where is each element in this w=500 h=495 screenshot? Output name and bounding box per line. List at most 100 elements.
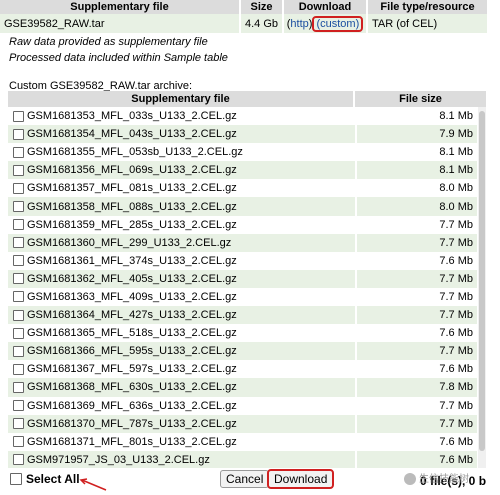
column-separator bbox=[355, 179, 357, 198]
red-arrow-annotation bbox=[79, 478, 107, 491]
file-row[interactable]: GSM1681362_MFL_405s_U133_2.CEL.gz 7.7 Mb bbox=[8, 269, 477, 288]
file-checkbox[interactable] bbox=[13, 128, 24, 140]
file-size: 7.8 Mb bbox=[439, 381, 473, 394]
col-header-size: Size bbox=[240, 0, 284, 14]
file-list-panel[interactable]: Supplementary file File size GSM1681353_… bbox=[8, 91, 486, 468]
file-size: 7.7 Mb bbox=[439, 236, 473, 249]
file-row[interactable]: GSM1681353_MFL_033s_U133_2.CEL.gz 8.1 Mb bbox=[8, 107, 477, 126]
file-checkbox[interactable] bbox=[13, 400, 24, 412]
file-row[interactable]: GSM1681367_MFL_597s_U133_2.CEL.gz 7.6 Mb bbox=[8, 360, 477, 379]
column-separator bbox=[355, 414, 357, 433]
http-link[interactable]: http bbox=[290, 18, 308, 30]
file-checkbox[interactable] bbox=[13, 201, 24, 213]
file-checkbox[interactable] bbox=[13, 454, 24, 466]
select-all-checkbox[interactable] bbox=[10, 473, 22, 485]
file-size: 8.0 Mb bbox=[439, 182, 473, 195]
file-row[interactable]: GSM1681363_MFL_409s_U133_2.CEL.gz 7.7 Mb bbox=[8, 287, 477, 307]
file-checkbox[interactable] bbox=[13, 327, 24, 339]
file-checkbox[interactable] bbox=[13, 273, 24, 285]
file-row[interactable]: GSM1681368_MFL_630s_U133_2.CEL.gz 7.8 Mb bbox=[8, 378, 477, 397]
file-size: 7.7 Mb bbox=[439, 417, 473, 430]
supplementary-file-table: Supplementary file Size Download File ty… bbox=[0, 0, 489, 33]
file-size: 7.6 Mb bbox=[439, 453, 473, 466]
file-row[interactable]: GSM1681358_MFL_088s_U133_2.CEL.gz 8.0 Mb bbox=[8, 197, 477, 216]
file-size: 8.1 Mb bbox=[439, 110, 473, 123]
file-checkbox[interactable] bbox=[13, 309, 24, 321]
file-row[interactable]: GSM1681355_MFL_053sb_U133_2.CEL.gz 8.1 Mb bbox=[8, 143, 477, 162]
file-size: 8.1 Mb bbox=[439, 146, 473, 159]
file-size: 7.6 Mb bbox=[439, 254, 473, 267]
file-size: 7.7 Mb bbox=[439, 272, 473, 285]
file-list-col-size: File size bbox=[355, 91, 486, 107]
column-separator bbox=[355, 432, 357, 451]
select-all-control[interactable]: Select All bbox=[10, 472, 80, 486]
file-checkbox[interactable] bbox=[13, 436, 24, 448]
file-row[interactable]: GSM1681366_MFL_595s_U133_2.CEL.gz 7.7 Mb bbox=[8, 342, 477, 361]
file-checkbox[interactable] bbox=[13, 381, 24, 393]
scrollbar-thumb[interactable] bbox=[479, 111, 485, 451]
file-row[interactable]: GSM1681356_MFL_069s_U133_2.CEL.gz 8.1 Mb bbox=[8, 161, 477, 180]
col-header-download: Download bbox=[283, 0, 368, 14]
custom-link[interactable]: (custom) bbox=[312, 15, 364, 32]
raw-tar-file-type: TAR (of CEL) bbox=[367, 14, 489, 33]
select-all-label: Select All bbox=[26, 472, 80, 486]
file-list-scrollbar[interactable] bbox=[478, 107, 486, 468]
column-separator bbox=[355, 306, 357, 325]
file-checkbox[interactable] bbox=[13, 164, 24, 176]
file-size: 7.6 Mb bbox=[439, 435, 473, 448]
file-checkbox[interactable] bbox=[13, 110, 24, 122]
column-separator bbox=[355, 269, 357, 288]
file-row[interactable]: GSM1681364_MFL_427s_U133_2.CEL.gz 7.7 Mb bbox=[8, 306, 477, 325]
file-size: 7.6 Mb bbox=[439, 327, 473, 340]
file-checkbox[interactable] bbox=[13, 219, 24, 231]
raw-tar-size: 4.4 Gb bbox=[240, 14, 284, 33]
file-size: 7.9 Mb bbox=[439, 128, 473, 141]
file-checkbox[interactable] bbox=[13, 363, 24, 375]
column-separator bbox=[355, 143, 357, 162]
file-size: 7.7 Mb bbox=[439, 290, 473, 303]
file-size: 7.7 Mb bbox=[439, 345, 473, 358]
file-size: 8.1 Mb bbox=[439, 164, 473, 177]
file-size: 7.7 Mb bbox=[439, 399, 473, 412]
file-row[interactable]: GSM1681359_MFL_285s_U133_2.CEL.gz 7.7 Mb bbox=[8, 215, 477, 234]
column-separator bbox=[355, 197, 357, 216]
column-separator bbox=[355, 233, 357, 252]
file-size: 8.0 Mb bbox=[439, 200, 473, 213]
file-row[interactable]: GSM1681360_MFL_299_U133_2.CEL.gz 7.7 Mb bbox=[8, 233, 477, 252]
col-header-supplementary-file: Supplementary file bbox=[0, 0, 241, 14]
file-row[interactable]: GSM1681370_MFL_787s_U133_2.CEL.gz 7.7 Mb bbox=[8, 414, 477, 433]
file-checkbox[interactable] bbox=[13, 291, 24, 303]
column-separator bbox=[355, 251, 357, 270]
file-checkbox[interactable] bbox=[13, 146, 24, 158]
file-size: 7.7 Mb bbox=[439, 218, 473, 231]
download-button[interactable]: Download bbox=[267, 469, 335, 489]
file-row[interactable]: GSM1681354_MFL_043s_U133_2.CEL.gz 7.9 Mb bbox=[8, 125, 477, 144]
file-size: 7.6 Mb bbox=[439, 363, 473, 376]
column-separator bbox=[355, 161, 357, 180]
file-list-rows: GSM1681353_MFL_033s_U133_2.CEL.gz 8.1 Mb G… bbox=[8, 107, 477, 468]
column-separator bbox=[355, 360, 357, 379]
file-checkbox[interactable] bbox=[13, 237, 24, 249]
processed-data-note: Processed data included within Sample ta… bbox=[9, 52, 228, 64]
file-checkbox[interactable] bbox=[13, 182, 24, 194]
download-links: (http) (custom) bbox=[283, 14, 368, 33]
file-row[interactable]: GSM1681357_MFL_081s_U133_2.CEL.gz 8.0 Mb bbox=[8, 179, 477, 198]
raw-data-note: Raw data provided as supplementary file bbox=[9, 36, 208, 48]
file-row[interactable]: GSM1681365_MFL_518s_U133_2.CEL.gz 7.6 Mb bbox=[8, 324, 477, 343]
watermark-logo-icon bbox=[404, 473, 416, 486]
column-separator bbox=[355, 125, 357, 144]
file-checkbox[interactable] bbox=[13, 418, 24, 430]
column-separator bbox=[355, 324, 357, 343]
column-separator bbox=[355, 215, 357, 234]
cancel-button[interactable]: Cancel bbox=[220, 470, 270, 488]
column-separator bbox=[355, 450, 357, 468]
file-list-header: Supplementary file File size bbox=[8, 91, 486, 107]
file-row[interactable]: GSM1681371_MFL_801s_U133_2.CEL.gz 7.6 Mb bbox=[8, 432, 477, 451]
file-row[interactable]: GSM1681369_MFL_636s_U133_2.CEL.gz 7.7 Mb bbox=[8, 396, 477, 415]
raw-tar-filename: GSE39582_RAW.tar bbox=[0, 14, 241, 33]
file-size: 7.7 Mb bbox=[439, 309, 473, 322]
file-row[interactable]: GSM971957_JS_03_U133_2.CEL.gz 7.6 Mb bbox=[8, 450, 477, 468]
file-checkbox[interactable] bbox=[13, 345, 24, 357]
file-row[interactable]: GSM1681361_MFL_374s_U133_2.CEL.gz 7.6 Mb bbox=[8, 251, 477, 270]
file-checkbox[interactable] bbox=[13, 255, 24, 267]
